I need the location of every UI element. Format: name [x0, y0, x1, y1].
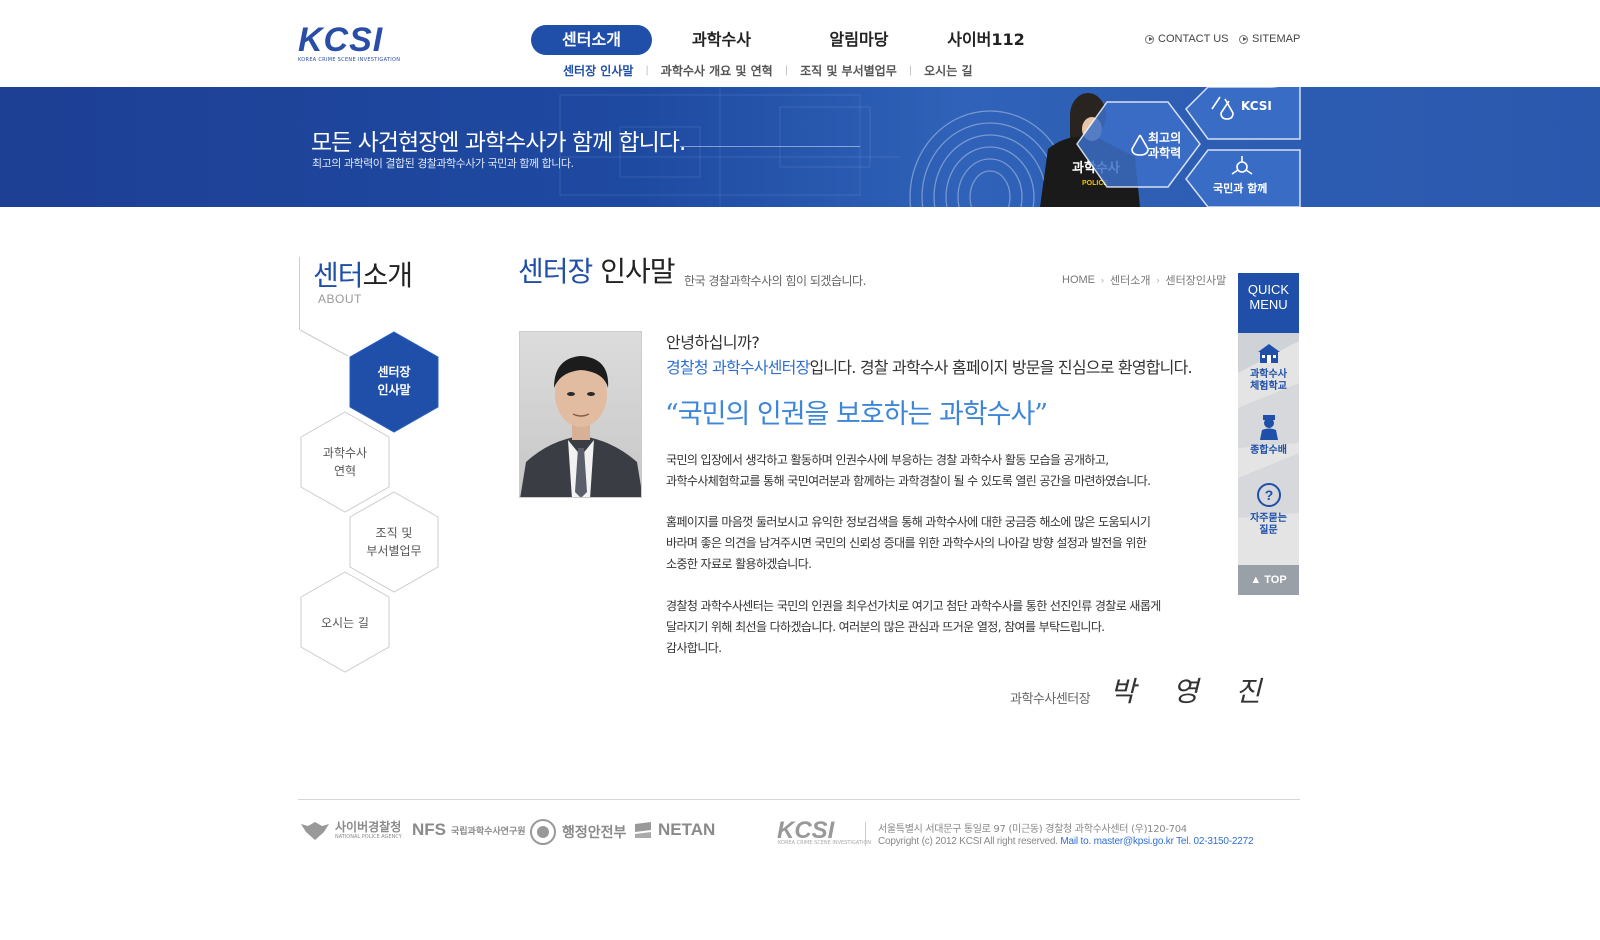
- signature-name: 박 영 진: [1110, 675, 1276, 708]
- quick-item-wanted[interactable]: 종합수배: [1238, 413, 1299, 457]
- contact-us-link[interactable]: CONTACT US: [1145, 33, 1229, 45]
- sidebar-item-directions[interactable]: 오시는 길: [305, 614, 385, 632]
- netan-icon: [635, 822, 651, 838]
- footer-contact[interactable]: Mail to. master@kpsi.go.kr Tel. 02-3150-…: [1060, 836, 1253, 847]
- director-photo: [519, 331, 642, 498]
- footer-logo-cyber-police[interactable]: 사이버경찰청 NATIONAL POLICE AGENCY: [300, 820, 402, 842]
- quick-menu: QUICK MENU 과학수사 체험학교 종합수배 ? 자주묻는 질문 ▲ TO…: [1238, 273, 1299, 595]
- footer-logo-nfs[interactable]: NFS 국립과학수사연구원: [412, 820, 526, 840]
- motto-quote: “국민의 인권을 보호하는 과학수사”: [665, 399, 1048, 430]
- message-paragraph-2: 홈페이지를 마음껏 둘러보시고 유익한 정보검색을 통해 과학수사에 대한 궁금…: [666, 515, 1151, 571]
- footer-divider: [298, 799, 1300, 800]
- gnb-item-notice[interactable]: 알림마당: [802, 25, 916, 55]
- arrow-circle-icon: [1239, 34, 1248, 44]
- gnb-item-center-intro[interactable]: 센터소개: [531, 25, 652, 55]
- footer-kcsi-subtitle: KOREA CRIME SCENE INVESTIGATION: [778, 840, 872, 846]
- page: KCSI KOREA CRIME SCENE INVESTIGATION 센터소…: [0, 0, 1600, 940]
- footer-address: 서울특별시 서대문구 통일로 97 (미근동) 경찰청 과학수사센터 (우)12…: [878, 824, 1187, 835]
- main-nav: 센터소개 과학수사 알림마당 사이버112: [531, 25, 1041, 55]
- quick-item-school[interactable]: 과학수사 체험학교: [1238, 341, 1299, 393]
- footer-copyright: Copyright (c) 2012 KCSI All right reserv…: [878, 836, 1254, 847]
- kcsi-logo[interactable]: KCSI KOREA CRIME SCENE INVESTIGATION: [298, 21, 410, 63]
- gnb-item-science[interactable]: 과학수사: [659, 25, 784, 55]
- message-paragraph-3: 경찰청 과학수사센터는 국민의 인권을 최우선가치로 여기고 첨단 과학수사를 …: [666, 599, 1161, 655]
- greeting-line: 안녕하십니까?: [666, 333, 760, 352]
- subnav-item-history[interactable]: 과학수사 개요 및 연혁: [661, 62, 773, 79]
- breadcrumb: HOME › 센터소개 › 센터장인사말: [1062, 272, 1226, 288]
- logo-subtitle: KOREA CRIME SCENE INVESTIGATION: [298, 57, 401, 63]
- gnb-item-cyber112[interactable]: 사이버112: [931, 25, 1041, 55]
- greeting-welcome: 경찰청 과학수사센터장입니다. 경찰 과학수사 홈페이지 방문을 진심으로 환영…: [666, 358, 1193, 377]
- subnav-item-greeting[interactable]: 센터장 인사말: [563, 62, 633, 79]
- subnav-item-directions[interactable]: 오시는 길: [924, 62, 972, 79]
- government-seal-icon: [530, 819, 556, 845]
- message-paragraph-1: 국민의 입장에서 생각하고 활동하며 인권수사에 부응하는 경찰 과학수사 활동…: [666, 453, 1151, 488]
- sub-nav: 센터장 인사말 | 과학수사 개요 및 연혁 | 조직 및 부서별업무 | 오시…: [563, 62, 972, 79]
- visual-banner: 과학수사 POLICE 모든 사건현장엔 과학수사가 함께 합니다. 최고의 과…: [0, 87, 1600, 207]
- page-description: 한국 경찰과학수사의 힘이 되겠습니다.: [684, 274, 866, 288]
- sidebar-item-organization[interactable]: 조직 및 부서별업무: [354, 524, 434, 560]
- chevron-right-icon: ›: [1101, 275, 1104, 285]
- footer-logo-mopas[interactable]: 행정안전부: [529, 818, 626, 846]
- signature-title: 과학수사센터장: [1010, 692, 1091, 707]
- sidebar-subtitle: ABOUT: [318, 292, 362, 306]
- sidebar-title: 센터소개: [313, 259, 413, 292]
- banner-title: 모든 사건현장엔 과학수사가 함께 합니다.: [311, 130, 686, 156]
- arrow-circle-icon: [1145, 34, 1154, 44]
- banner-divider: [680, 146, 860, 147]
- breadcrumb-home[interactable]: HOME: [1062, 274, 1095, 286]
- sitemap-label: SITEMAP: [1252, 33, 1301, 45]
- subnav-divider: |: [645, 65, 649, 76]
- sidebar-item-history[interactable]: 과학수사 연혁: [305, 444, 385, 480]
- footer-separator: [865, 822, 866, 846]
- hex-science-label: 최고의 과학력: [1148, 131, 1182, 160]
- hex-kcsi-label: KCSI: [1241, 99, 1272, 113]
- banner-artwork: 과학수사 POLICE: [559, 87, 1301, 207]
- subnav-item-organization[interactable]: 조직 및 부서별업무: [800, 62, 897, 79]
- question-icon: ?: [1256, 483, 1281, 507]
- footer-logo-netan[interactable]: NETAN: [633, 820, 715, 840]
- breadcrumb-center[interactable]: 센터소개: [1110, 272, 1150, 288]
- quick-item-faq[interactable]: ? 자주묻는 질문: [1238, 481, 1299, 537]
- page-title: 센터장 인사말: [518, 255, 675, 288]
- hex-people-label: 국민과 함께: [1213, 182, 1268, 195]
- banner-subtitle: 최고의 과학력이 결합된 경찰과학수사가 국민과 함께 합니다.: [312, 157, 574, 170]
- subnav-divider: |: [784, 65, 789, 76]
- sidebar-item-greeting[interactable]: 센터장 인사말: [354, 363, 434, 399]
- police-officer-icon: [1259, 415, 1278, 440]
- sitemap-link[interactable]: SITEMAP: [1239, 33, 1300, 45]
- quick-menu-header: QUICK MENU: [1238, 273, 1299, 333]
- scroll-top-button[interactable]: ▲ TOP: [1238, 565, 1299, 595]
- contact-us-label: CONTACT US: [1158, 33, 1229, 45]
- chevron-right-icon: ›: [1156, 275, 1160, 285]
- subnav-divider: |: [908, 65, 913, 76]
- school-icon: [1257, 344, 1280, 363]
- police-emblem-icon: [301, 822, 329, 840]
- svg-text:?: ?: [1264, 487, 1273, 503]
- breadcrumb-current: 센터장인사말: [1165, 275, 1227, 287]
- logo-text: KCSI: [298, 21, 384, 59]
